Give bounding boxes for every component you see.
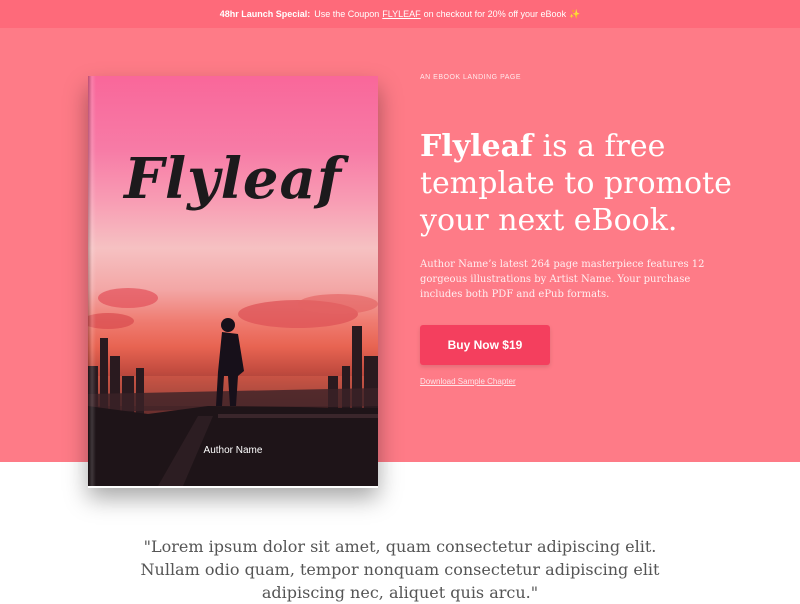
buy-now-button[interactable]: Buy Now $19 <box>420 325 550 365</box>
book-spine <box>88 76 96 486</box>
announcement-strong: 48hr Launch Special: <box>219 9 311 19</box>
hero-kicker: AN EBOOK LANDING PAGE <box>420 74 522 81</box>
cover-illustration <box>88 288 378 486</box>
book-title: Flyleaf <box>124 146 342 212</box>
announcement-text: Use the Coupon <box>314 9 380 19</box>
announcement-text-after: on checkout for 20% off your eBook <box>423 9 567 19</box>
download-sample-link[interactable]: Download Sample Chapter <box>420 377 516 386</box>
book-cover: Flyleaf Author Name <box>88 76 378 486</box>
hero-headline: Flyleaf is a free template to promote yo… <box>420 128 780 239</box>
hero-description: Author Name’s latest 264 page masterpiec… <box>420 259 705 300</box>
book-author: Author Name <box>203 445 263 456</box>
announcement-bar: 48hr Launch Special: Use the Coupon FLYL… <box>0 0 800 28</box>
headline-bold: Flyleaf <box>420 129 533 164</box>
testimonial-quote: "Lorem ipsum dolor sit amet, quam consec… <box>140 537 660 602</box>
sparkle-icon: ✨ <box>569 8 581 19</box>
coupon-code-link[interactable]: FLYLEAF <box>382 9 420 19</box>
